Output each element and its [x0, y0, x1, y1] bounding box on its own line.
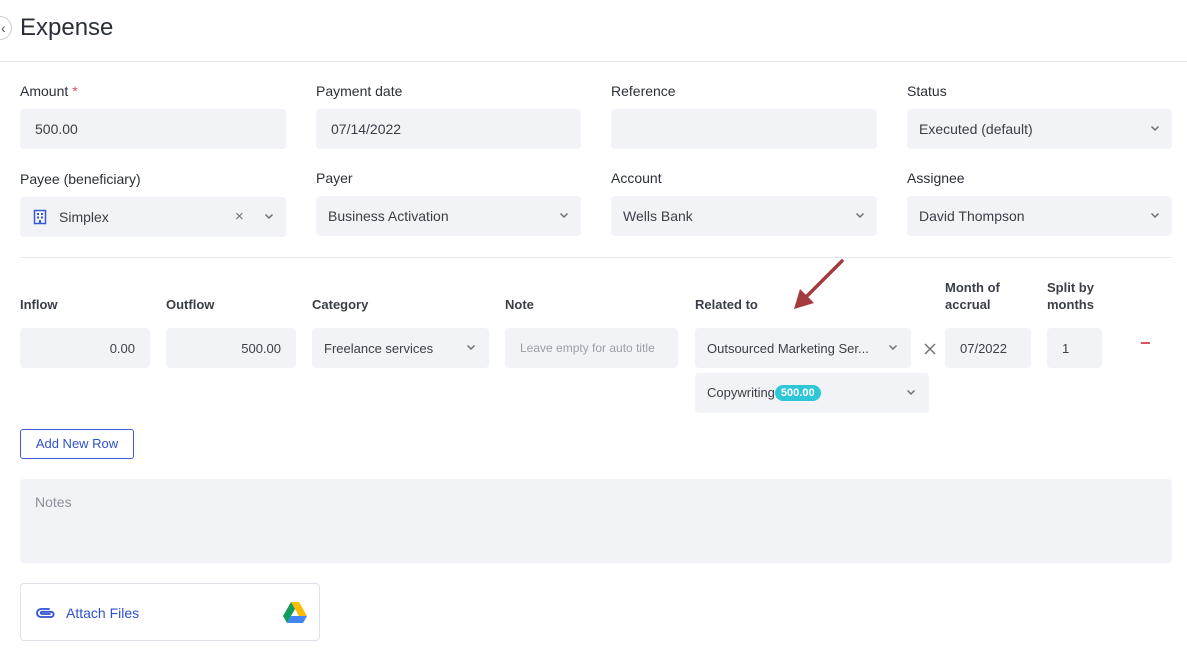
required-mark: * [72, 83, 78, 99]
payee-label: Payee (beneficiary) [20, 171, 141, 187]
chevron-down-icon [853, 208, 867, 222]
payment-date-label: Payment date [316, 83, 403, 99]
add-new-row-button[interactable]: Add New Row [20, 429, 134, 459]
annotation-arrow-icon [794, 259, 844, 309]
related-sub-value-wrap: Copywriting 500.00 [707, 385, 821, 401]
page-title: Expense [20, 14, 114, 41]
outflow-header: Outflow [166, 297, 215, 312]
building-icon [32, 209, 48, 228]
payee-value: Simplex [59, 209, 109, 225]
assignee-select[interactable]: David Thompson [907, 196, 1172, 236]
inflow-header: Inflow [20, 297, 58, 312]
note-header: Note [505, 297, 534, 312]
divider [20, 257, 1172, 258]
chevron-down-icon [1148, 121, 1162, 135]
chevron-down-icon [262, 209, 276, 223]
note-input[interactable]: Leave empty for auto title [505, 328, 678, 368]
outflow-input[interactable]: 500.00 [166, 328, 296, 368]
amount-value: 500.00 [35, 121, 78, 137]
payment-date-input[interactable]: 07/14/2022 [316, 109, 581, 149]
amount-label: Amount * [20, 83, 78, 99]
outflow-value: 500.00 [241, 341, 281, 356]
account-value: Wells Bank [623, 208, 693, 224]
inflow-input[interactable]: 0.00 [20, 328, 150, 368]
chevron-down-icon [464, 340, 478, 354]
category-header: Category [312, 297, 369, 312]
amount-badge: 500.00 [774, 385, 821, 401]
related-sub-value: Copywriting [707, 385, 775, 400]
chevron-left-icon: ‹ [1, 20, 6, 36]
month-input[interactable]: 07/2022 [945, 328, 1031, 368]
payment-date-value: 07/14/2022 [331, 121, 402, 137]
account-label: Account [611, 170, 662, 186]
payer-select[interactable]: Business Activation [316, 196, 581, 236]
split-header: Split by months [1047, 280, 1094, 312]
status-value: Executed (default) [919, 121, 1033, 137]
assignee-value: David Thompson [919, 208, 1025, 224]
related-value: Outsourced Marketing Ser... [707, 341, 869, 356]
attach-files-label: Attach Files [66, 605, 140, 621]
payer-label: Payer [316, 170, 353, 186]
related-select[interactable]: Outsourced Marketing Ser... [695, 328, 911, 368]
remove-row-button[interactable]: − [1140, 333, 1151, 354]
assignee-label: Assignee [907, 170, 965, 186]
google-drive-icon[interactable] [283, 602, 307, 628]
page-header: ‹ Expense [0, 0, 1187, 62]
note-placeholder: Leave empty for auto title [520, 341, 655, 355]
attach-files-button[interactable]: Attach Files [20, 583, 320, 641]
payee-select[interactable]: Simplex × [20, 197, 286, 237]
notes-textarea[interactable]: Notes [20, 479, 1172, 563]
chevron-down-icon [557, 208, 571, 222]
reference-input[interactable] [611, 109, 877, 149]
chevron-down-icon [904, 385, 918, 399]
status-label: Status [907, 83, 947, 99]
related-sub-select[interactable]: Copywriting 500.00 [695, 373, 929, 413]
close-icon[interactable] [923, 342, 937, 361]
payer-value: Business Activation [328, 208, 449, 224]
amount-input[interactable]: 500.00 [20, 109, 286, 149]
clear-icon[interactable]: × [235, 208, 244, 225]
reference-label: Reference [611, 83, 676, 99]
chevron-down-icon [886, 340, 900, 354]
split-value: 1 [1062, 341, 1070, 356]
category-select[interactable]: Freelance services [312, 328, 489, 368]
month-header: Month of accrual [945, 280, 1000, 312]
back-button[interactable]: ‹ [0, 16, 12, 40]
split-input[interactable]: 1 [1047, 328, 1102, 368]
inflow-value: 0.00 [109, 341, 135, 356]
notes-placeholder: Notes [35, 494, 72, 510]
category-value: Freelance services [324, 341, 434, 356]
related-header: Related to [695, 297, 758, 312]
chevron-down-icon [1148, 208, 1162, 222]
status-select[interactable]: Executed (default) [907, 109, 1172, 149]
account-select[interactable]: Wells Bank [611, 196, 877, 236]
month-value: 07/2022 [960, 341, 1007, 356]
paperclip-icon [35, 605, 57, 626]
